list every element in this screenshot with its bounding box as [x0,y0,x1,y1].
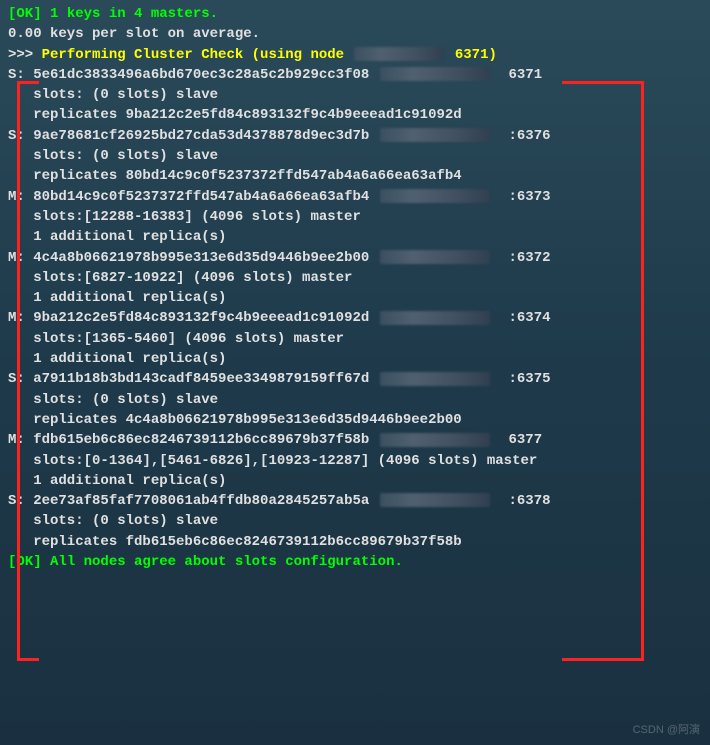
node-slots-line: slots:[12288-16383] (4096 slots) master [8,207,702,227]
node-hash: 80bd14c9c0f5237372ffd547ab4a6a66ea63afb4 [33,189,377,205]
node-role: M: [8,189,33,205]
redacted-ip [354,47,444,61]
ok-text: All nodes agree about slots configuratio… [42,554,403,570]
node-header-line: M: fdb615eb6c86ec8246739112b6cc89679b37f… [8,430,702,450]
node-hash: 5e61dc3833496a6bd670ec3c28a5c2b929cc3f08 [33,67,377,83]
node-slots-line: slots:[6827-10922] (4096 slots) master [8,268,702,288]
check-port: 6371) [446,47,496,63]
header-ok-line: [OK] 1 keys in 4 masters. [8,4,702,24]
node-role: S: [8,371,33,387]
node-slots-line: slots: (0 slots) slave [8,511,702,531]
redacted-ip [380,433,490,447]
node-port: 6371 [492,67,542,83]
node-header-line: S: a7911b18b3bd143cadf8459ee3349879159ff… [8,369,702,389]
node-hash: a7911b18b3bd143cadf8459ee3349879159ff67d [33,371,377,387]
node-slots-line: slots: (0 slots) slave [8,146,702,166]
node-role: S: [8,67,33,83]
node-extra-line: 1 additional replica(s) [8,349,702,369]
node-role: M: [8,310,33,326]
node-extra-line: replicates fdb615eb6c86ec8246739112b6cc8… [8,532,702,552]
node-header-line: S: 5e61dc3833496a6bd670ec3c28a5c2b929cc3… [8,65,702,85]
node-port: :6378 [492,493,551,509]
node-hash: 4c4a8b06621978b995e313e6d35d9446b9ee2b00 [33,250,377,266]
redacted-ip [380,189,490,203]
nodes-list: S: 5e61dc3833496a6bd670ec3c28a5c2b929cc3… [8,65,702,552]
node-port: 6377 [492,432,542,448]
node-header-line: M: 80bd14c9c0f5237372ffd547ab4a6a66ea63a… [8,187,702,207]
node-extra-line: replicates 80bd14c9c0f5237372ffd547ab4a6… [8,166,702,186]
node-extra-line: replicates 4c4a8b06621978b995e313e6d35d9… [8,410,702,430]
node-extra-line: 1 additional replica(s) [8,471,702,491]
watermark: CSDN @阿演 [633,723,700,739]
redacted-ip [380,372,490,386]
node-header-line: S: 2ee73af85faf7708061ab4ffdb80a2845257a… [8,491,702,511]
prompt: >>> [8,47,42,63]
node-header-line: M: 9ba212c2e5fd84c893132f9c4b9eeead1c910… [8,308,702,328]
footer-ok-line: [OK] All nodes agree about slots configu… [8,552,702,572]
node-role: M: [8,250,33,266]
node-extra-line: replicates 9ba212c2e5fd84c893132f9c4b9ee… [8,105,702,125]
ok-tag: [OK] [8,6,42,22]
node-slots-line: slots: (0 slots) slave [8,390,702,410]
redacted-ip [380,67,490,81]
node-port: :6376 [492,128,551,144]
node-hash: 9ba212c2e5fd84c893132f9c4b9eeead1c91092d [33,310,377,326]
node-slots-line: slots:[0-1364],[5461-6826],[10923-12287]… [8,451,702,471]
cluster-check-line: >>> Performing Cluster Check (using node… [8,45,702,65]
redacted-ip [380,311,490,325]
redacted-ip [380,250,490,264]
node-port: :6373 [492,189,551,205]
node-hash: 2ee73af85faf7708061ab4ffdb80a2845257ab5a [33,493,377,509]
node-port: :6372 [492,250,551,266]
redacted-ip [380,128,490,142]
check-msg: Performing Cluster Check (using node [42,47,353,63]
node-role: S: [8,493,33,509]
node-slots-line: slots:[1365-5460] (4096 slots) master [8,329,702,349]
redacted-ip [380,493,490,507]
node-header-line: M: 4c4a8b06621978b995e313e6d35d9446b9ee2… [8,248,702,268]
node-role: M: [8,432,33,448]
node-port: :6374 [492,310,551,326]
node-hash: fdb615eb6c86ec8246739112b6cc89679b37f58b [33,432,377,448]
ok-tag: [OK] [8,554,42,570]
node-extra-line: 1 additional replica(s) [8,227,702,247]
node-port: :6375 [492,371,551,387]
ok-text: 1 keys in 4 masters. [42,6,218,22]
node-slots-line: slots: (0 slots) slave [8,85,702,105]
node-hash: 9ae78681cf26925bd27cda53d4378878d9ec3d7b [33,128,377,144]
node-header-line: S: 9ae78681cf26925bd27cda53d4378878d9ec3… [8,126,702,146]
node-extra-line: 1 additional replica(s) [8,288,702,308]
node-role: S: [8,128,33,144]
avg-line: 0.00 keys per slot on average. [8,24,702,44]
